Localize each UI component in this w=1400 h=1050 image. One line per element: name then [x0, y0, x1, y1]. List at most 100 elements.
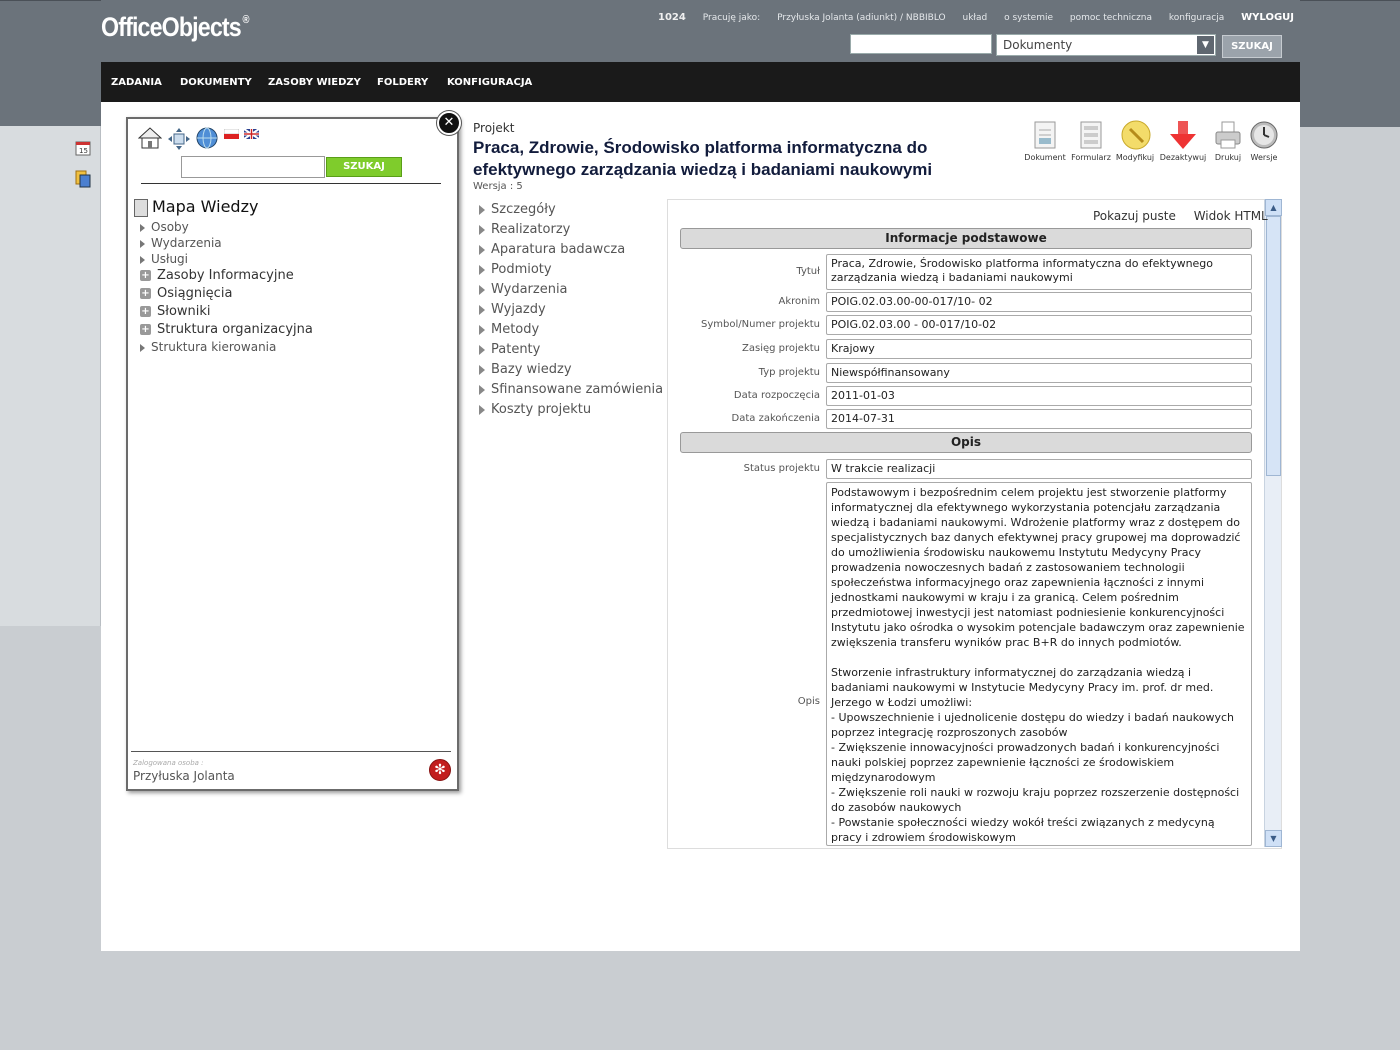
arrow-down-icon: [1169, 120, 1197, 150]
section-link-aparatura[interactable]: Aparatura badawcza: [479, 242, 625, 257]
expand-arrow-icon: [479, 384, 485, 395]
expand-arrow-icon: [479, 224, 485, 235]
document-button[interactable]: Dokument: [1020, 120, 1070, 162]
form-button[interactable]: Formularz: [1066, 120, 1116, 162]
documents-icon[interactable]: [75, 170, 91, 188]
section-link-zamowienia[interactable]: Sfinansowane zamówienia: [479, 382, 663, 397]
search-input[interactable]: [850, 34, 992, 54]
section-link-bazy[interactable]: Bazy wiedzy: [479, 362, 572, 377]
section-header-basic: Informacje podstawowe: [680, 228, 1252, 249]
tree-item-struktura-org[interactable]: + Struktura organizacyjna: [140, 322, 313, 337]
main-menu: ZADANIA DOKUMENTY ZASOBY WIEDZY FOLDERY …: [101, 62, 1300, 102]
globe-icon[interactable]: [196, 127, 218, 152]
tree-item-uslugi[interactable]: Usługi: [140, 252, 188, 266]
section-link-szczegoly[interactable]: Szczegóły: [479, 202, 556, 217]
plus-icon[interactable]: +: [140, 270, 151, 281]
expand-arrow-icon: [479, 344, 485, 355]
working-as-label: Pracuję jako:: [702, 13, 761, 23]
version-label: Wersja : 5: [473, 181, 523, 192]
divider: [141, 183, 441, 184]
expand-arrow-icon: [479, 264, 485, 275]
search-scope-select[interactable]: Dokumenty ▼: [996, 34, 1216, 56]
section-link-podmioty[interactable]: Podmioty: [479, 262, 552, 277]
section-link-metody[interactable]: Metody: [479, 322, 539, 337]
modify-button[interactable]: Modyfikuj: [1110, 120, 1160, 162]
section-header-desc: Opis: [680, 432, 1252, 453]
expand-arrow-icon: [479, 204, 485, 215]
section-link-realizatorzy[interactable]: Realizatorzy: [479, 222, 570, 237]
section-link-wyjazdy[interactable]: Wyjazdy: [479, 302, 546, 317]
field-type: Niewspółfinansowany: [826, 363, 1252, 383]
chevron-down-icon[interactable]: ▼: [1197, 36, 1214, 54]
knowledge-map-panel: SZUKAJ Mapa Wiedzy Osoby Wydarzenia Usłu…: [126, 117, 459, 791]
field-description: Podstawowym i bezpośrednim celem projekt…: [826, 482, 1252, 846]
about-link[interactable]: o systemie: [1004, 13, 1053, 23]
home-icon[interactable]: [137, 127, 163, 152]
menu-folders[interactable]: FOLDERY: [377, 77, 428, 88]
tree-item-wydarzenia[interactable]: Wydarzenia: [140, 236, 222, 250]
field-label-symbol: Symbol/Numer projektu: [701, 319, 820, 330]
menu-tasks[interactable]: ZADANIA: [111, 77, 162, 88]
tree-item-osiagniecia[interactable]: + Osiągnięcia: [140, 286, 232, 301]
field-label-start: Data rozpoczęcia: [733, 390, 820, 401]
field-end-date: 2014-07-31: [826, 409, 1252, 429]
plus-icon[interactable]: +: [140, 306, 151, 317]
field-title: Praca, Zdrowie, Środowisko platforma inf…: [826, 254, 1252, 290]
header: OfficeObjects ® 1024 Pracuję jako: Przyłu…: [101, 0, 1300, 62]
tree-item-osoby[interactable]: Osoby: [140, 220, 189, 234]
section-link-koszty[interactable]: Koszty projektu: [479, 402, 591, 417]
pencil-icon: [1121, 120, 1151, 150]
plus-icon[interactable]: +: [140, 288, 151, 299]
svg-text:15: 15: [79, 147, 88, 155]
expand-arrow-icon: [140, 343, 145, 352]
config-link[interactable]: konfiguracja: [1169, 13, 1224, 23]
calendar-icon[interactable]: 15: [75, 140, 91, 156]
field-label-scope: Zasięg projektu: [742, 343, 820, 354]
expand-arrow-icon: [479, 284, 485, 295]
logout-link[interactable]: WYLOGUJ: [1241, 12, 1294, 23]
logout-icon[interactable]: ✻: [429, 759, 451, 781]
plus-icon[interactable]: +: [140, 324, 151, 335]
tree-item-zasoby[interactable]: + Zasoby Informacyjne: [140, 268, 294, 283]
app-logo: OfficeObjects ®: [101, 12, 250, 42]
close-icon[interactable]: ✕: [437, 111, 461, 135]
expand-arrow-icon: [479, 304, 485, 315]
record-type: Projekt: [473, 121, 515, 135]
top-navigation: 1024 Pracuję jako: Przyłuska Jolanta (ad…: [644, 12, 1294, 23]
kmap-search-button[interactable]: SZUKAJ: [326, 157, 402, 177]
field-acronym: POIG.02.03.00-00-017/10- 02: [826, 292, 1252, 312]
html-view-link[interactable]: Widok HTML: [1194, 209, 1268, 223]
toolbar: Dokument Formularz Modyfikuj Dezaktywuj …: [1020, 120, 1282, 170]
map-document-icon: [134, 199, 148, 217]
show-empty-link[interactable]: Pokazuj puste: [1093, 209, 1176, 223]
menu-configuration[interactable]: KONFIGURACJA: [447, 77, 532, 88]
scroll-thumb[interactable]: [1266, 216, 1281, 476]
section-link-patenty[interactable]: Patenty: [479, 342, 540, 357]
user-role-link[interactable]: Przyłuska Jolanta (adiunkt) / NBBIBLO: [777, 13, 946, 23]
menu-documents[interactable]: DOKUMENTY: [180, 77, 252, 88]
english-flag-icon[interactable]: [243, 128, 260, 142]
form-icon: [1077, 120, 1105, 150]
kmap-search-input[interactable]: [181, 156, 325, 178]
left-sidebar: 15: [0, 126, 101, 626]
search-button[interactable]: SZUKAJ: [1222, 35, 1282, 58]
scrollbar[interactable]: ▲ ▼: [1264, 199, 1282, 847]
layout-link[interactable]: układ: [963, 13, 988, 23]
field-label-status: Status projektu: [743, 463, 820, 474]
polish-flag-icon[interactable]: [223, 128, 240, 142]
tree-item-struktura-kier[interactable]: Struktura kierowania: [140, 340, 276, 354]
expand-arrow-icon: [140, 239, 145, 248]
field-label-type: Typ projektu: [758, 367, 820, 378]
menu-knowledge[interactable]: ZASOBY WIEDZY: [268, 77, 361, 88]
field-label-title: Tytuł: [796, 266, 820, 277]
move-icon[interactable]: [168, 128, 190, 153]
deactivate-button[interactable]: Dezaktywuj: [1158, 120, 1208, 162]
versions-button[interactable]: Wersje: [1239, 120, 1289, 162]
field-start-date: 2011-01-03: [826, 386, 1252, 406]
help-link[interactable]: pomoc techniczna: [1070, 13, 1152, 23]
clock-icon: [1250, 120, 1278, 150]
tree-item-slowniki[interactable]: + Słowniki: [140, 304, 211, 319]
field-symbol: POIG.02.03.00 - 00-017/10-02: [826, 315, 1252, 335]
scroll-down-icon[interactable]: ▼: [1265, 830, 1282, 847]
section-link-wydarzenia[interactable]: Wydarzenia: [479, 282, 568, 297]
